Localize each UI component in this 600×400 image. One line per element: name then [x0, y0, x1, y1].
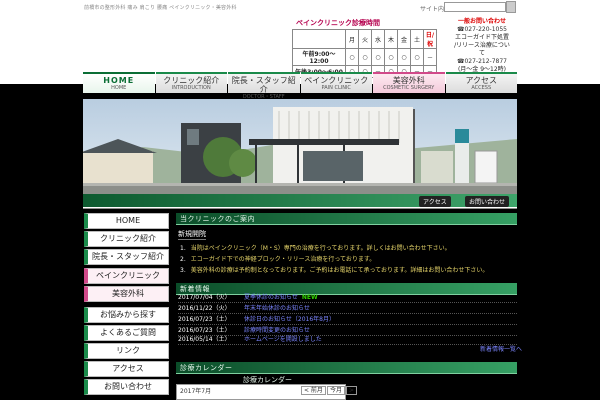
hours-day: 日/祝	[423, 29, 437, 49]
sidebar-item-home[interactable]: HOME	[84, 213, 169, 229]
nav-label: HOME	[103, 76, 135, 85]
site-tagline: 前橋市の整形外科 痛み 肩こり 腰痛 ペインクリニック・美容外科	[84, 5, 237, 11]
nav-sublabel: INTRODUCTION	[171, 85, 211, 91]
nav-label: 美容外科	[392, 76, 425, 85]
contact-echo-line[interactable]: エコーガイド下処置	[452, 34, 512, 42]
hours-header-row: 月 火 水 木 金 土 日/祝	[292, 29, 437, 49]
hours-day: 土	[410, 29, 424, 49]
hours-mark: ○	[345, 48, 359, 66]
nav-sublabel: HOME	[111, 85, 127, 91]
news-row[interactable]: 2017/07/04（火） 夏季休診のお知らせ NEW	[178, 293, 517, 303]
hours-day: 金	[397, 29, 411, 49]
hours-day: 火	[358, 29, 372, 49]
clinic-building-illustration	[83, 99, 517, 209]
section-heading-calendar: 診療カレンダー	[176, 362, 517, 374]
news-row[interactable]: 2016/05/14（土） ホームページを開設しました	[178, 335, 517, 345]
nav-sublabel: ACCESS	[471, 85, 492, 91]
hours-mark: ○	[358, 48, 372, 66]
open-item-text: 当院はペインクリニック（M・S）専門の治療を行っております。詳しくはお問い合わせ…	[190, 245, 451, 252]
calendar-nav: < 前月 今月 >	[300, 385, 357, 395]
sidebar-item-find-by-concern[interactable]: お悩みから探す	[84, 307, 169, 323]
calendar-month: 2017年7月	[180, 388, 212, 395]
main-nav: HOME HOME クリニック紹介 INTRODUCTION 院長・スタッフ紹介…	[83, 72, 517, 100]
news-date: 2016/05/14（土）	[178, 336, 231, 343]
news-title[interactable]: 年末年始休診のお知らせ	[244, 305, 310, 312]
search-button[interactable]	[506, 1, 516, 13]
open-item: 2. エコーガイド下での神経ブロック・リリース治療を行っております。	[180, 254, 375, 263]
open-item-text: エコーガイド下での神経ブロック・リリース治療を行っております。	[190, 256, 376, 263]
hero-clinic-photo	[83, 99, 517, 209]
sidebar-item-access[interactable]: アクセス	[84, 361, 169, 377]
nav-sublabel: COSMETIC SURGERY	[383, 85, 435, 91]
calendar-prev-button[interactable]: < 前月	[301, 386, 326, 395]
news-date: 2016/11/22（火）	[178, 305, 231, 312]
news-title[interactable]: 夏季休診のお知らせ	[244, 294, 298, 301]
new-badge: NEW	[301, 294, 318, 301]
nav-introduction[interactable]: クリニック紹介 INTRODUCTION	[155, 72, 227, 93]
hours-title: ペインクリニック診療時間	[296, 19, 380, 27]
sidebar-item-pain-clinic[interactable]: ペインクリニック	[84, 268, 169, 284]
news-row[interactable]: 2016/07/23（土） 休診日のお知らせ（2016年8月）	[178, 315, 517, 325]
news-title[interactable]: 診療時間変更のお知らせ	[244, 327, 310, 334]
calendar-next-button[interactable]: >	[345, 386, 357, 395]
sidebar-item-links[interactable]: リンク	[84, 343, 169, 359]
open-item: 3. 美容外科の診療は予約制となっております。ご予約はお電話にて承っております。詳…	[180, 265, 488, 274]
sidebar-item-contact[interactable]: お問い合わせ	[84, 379, 169, 395]
contact-phone-2: ☎027-212-7877	[457, 58, 507, 65]
contact-phone: ☎027-220-1055	[457, 26, 507, 33]
sidebar-item-cosmetic[interactable]: 美容外科	[84, 286, 169, 302]
news-more-link[interactable]: 新着情報一覧へ	[480, 344, 522, 353]
nav-sublabel: PAIN CLINIC	[321, 85, 351, 91]
hero-contact-link[interactable]: お問い合わせ	[465, 196, 510, 207]
hours-day: 木	[384, 29, 398, 49]
open-item: 1. 当院はペインクリニック（M・S）専門の治療を行っております。詳しくはお問い合…	[180, 243, 451, 252]
news-date: 2017/07/04（火）	[178, 294, 231, 301]
open-item-number: 3.	[180, 267, 186, 274]
open-item-number: 1.	[180, 245, 186, 252]
nav-label: アクセス	[465, 76, 498, 85]
sidebar-item-faq[interactable]: よくあるご質問	[84, 325, 169, 341]
hours-mark: ○	[371, 48, 385, 66]
hours-mark: ○	[384, 48, 398, 66]
hours-mark: ○	[410, 48, 424, 66]
hours-mark: －	[423, 48, 437, 66]
nav-label: ペインクリニック	[304, 76, 369, 85]
sidebar-item-introduction[interactable]: クリニック紹介	[84, 231, 169, 247]
news-title[interactable]: ホームページを開設しました	[244, 336, 322, 343]
open-item-text: 美容外科の診療は予約制となっております。ご予約はお電話にて承っております。詳細は…	[190, 267, 489, 274]
nav-home[interactable]: HOME HOME	[83, 72, 155, 93]
nav-cosmetic-surgery[interactable]: 美容外科 COSMETIC SURGERY	[373, 72, 445, 93]
nav-label: クリニック紹介	[163, 76, 220, 85]
news-title[interactable]: 休診日のお知らせ（2016年8月）	[244, 316, 335, 323]
hours-time: 午前9:00～12:00	[292, 48, 346, 66]
sidebar-item-doctor-staff[interactable]: 院長・スタッフ紹介	[84, 249, 169, 265]
hours-mark: ○	[397, 48, 411, 66]
hero-link-bar: アクセス お問い合わせ	[83, 194, 517, 208]
contact-release-line[interactable]: /リリース治療について	[452, 42, 512, 58]
nav-access[interactable]: アクセス ACCESS	[445, 72, 517, 93]
open-label: 新規開院	[178, 230, 206, 240]
hours-day: 水	[371, 29, 385, 49]
news-date: 2016/07/23（土）	[178, 316, 231, 323]
search-input[interactable]	[444, 2, 506, 12]
nav-doctor-staff[interactable]: 院長・スタッフ紹介 DOCTOR・STAFF	[228, 72, 300, 100]
hero-access-link[interactable]: アクセス	[419, 196, 451, 207]
contact-box: 一般お問い合わせ ☎027-220-1055 エコーガイド下処置 /リリース治療…	[452, 18, 512, 74]
open-item-number: 2.	[180, 256, 186, 263]
hours-table: 月 火 水 木 金 土 日/祝 午前9:00～12:00 ○ ○ ○ ○ ○ ○…	[292, 29, 437, 78]
news-row[interactable]: 2016/11/22（火） 年末年始休診のお知らせ	[178, 304, 517, 314]
hours-corner	[292, 29, 346, 49]
calendar-today-button[interactable]: 今月	[326, 386, 345, 395]
nav-pain-clinic[interactable]: ペインクリニック PAIN CLINIC	[300, 72, 372, 93]
hours-day: 月	[345, 29, 359, 49]
hours-row: 午前9:00～12:00 ○ ○ ○ ○ ○ ○ －	[292, 48, 437, 66]
section-heading-welcome: 当クリニックのご案内	[176, 213, 517, 225]
contact-title[interactable]: 一般お問い合わせ	[452, 18, 512, 26]
nav-label: 院長・スタッフ紹介	[231, 76, 296, 94]
